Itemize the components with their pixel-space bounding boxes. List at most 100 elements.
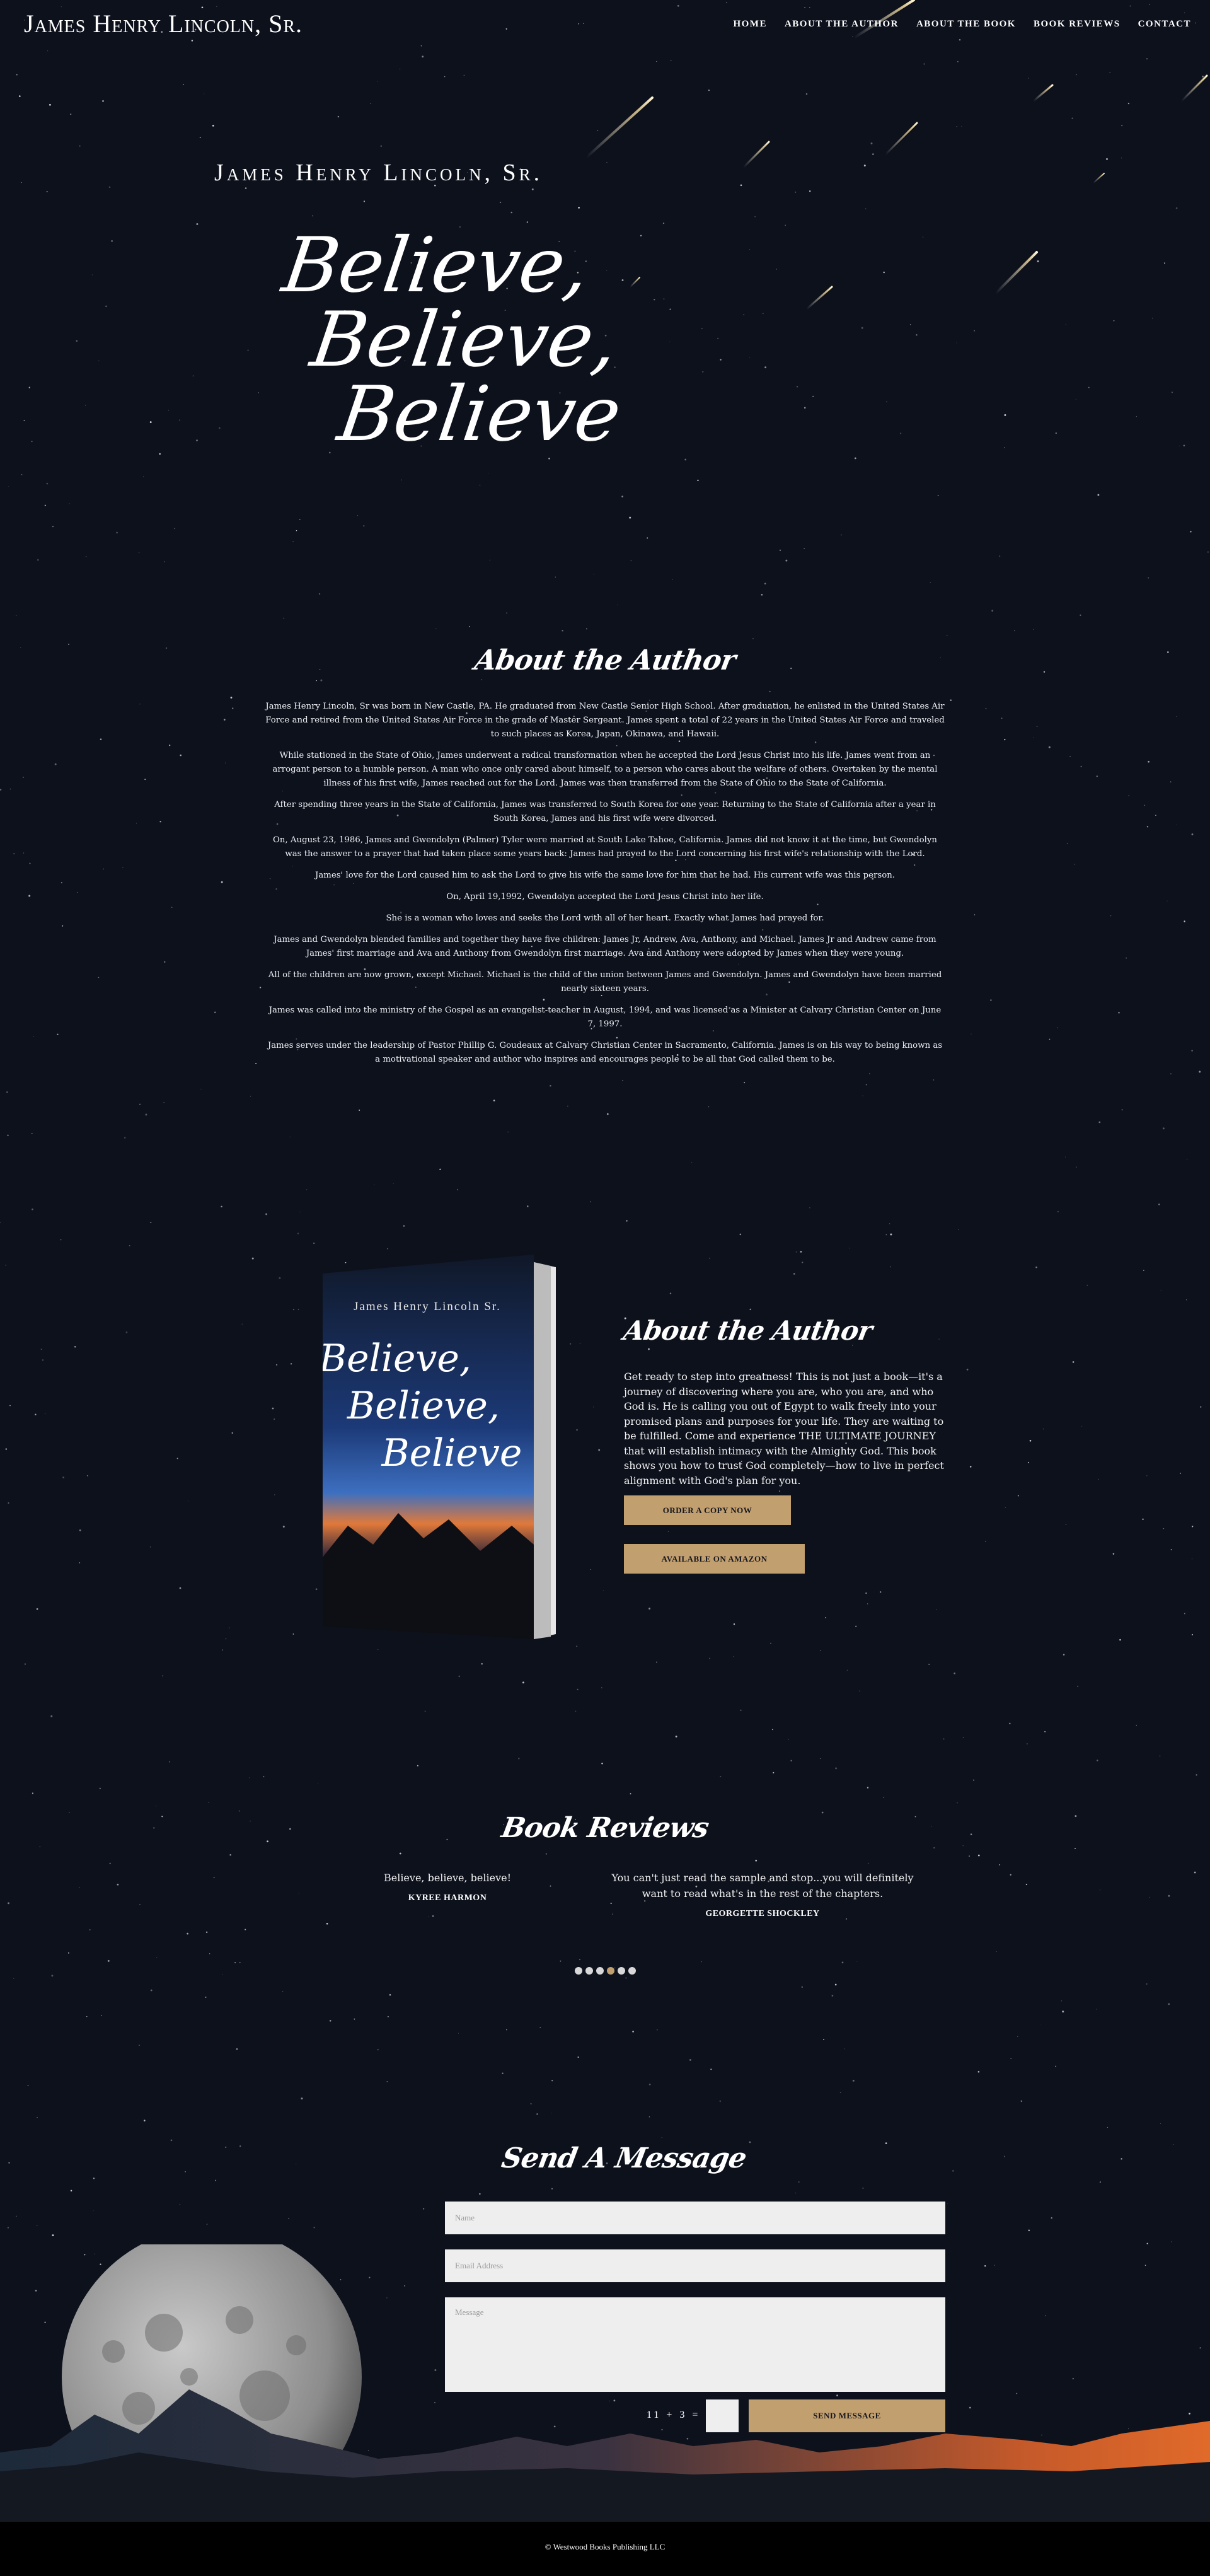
star [60,1239,62,1241]
star [357,515,358,516]
star [1037,260,1039,262]
star [835,1767,838,1770]
star [670,60,672,61]
star [788,1739,789,1740]
nav-book-reviews[interactable]: BOOK REVIEWS [1034,19,1121,30]
star [213,1877,215,1879]
star [163,961,166,963]
star [122,867,124,868]
star [798,2181,800,2183]
star [444,76,446,78]
star [991,610,994,612]
star [890,1233,892,1236]
amazon-button[interactable]: AVAILABLE ON AMAZON [624,1544,805,1574]
star [1009,1722,1011,1724]
site-title[interactable]: James Henry Lincoln, Sr. [24,9,302,38]
star [279,1277,281,1279]
star [245,1929,246,1930]
send-message-button[interactable]: SEND MESSAGE [749,2399,945,2432]
nav-about-book[interactable]: ABOUT THE BOOK [916,19,1016,30]
star [469,625,470,627]
star [129,1244,130,1246]
star [1106,158,1108,160]
reviews-heading: Book Reviews [498,1812,712,1844]
star [36,1608,38,1610]
star [1119,1639,1121,1641]
star [809,190,811,192]
star [199,136,201,138]
star [1146,58,1148,60]
star [1191,1050,1193,1052]
star [274,1418,275,1420]
star [749,1308,751,1311]
carousel-dot[interactable] [606,1967,614,1975]
star [1014,630,1015,632]
star [180,754,182,757]
star [61,882,62,883]
star [691,1161,693,1163]
star [139,1103,141,1105]
star [54,763,57,765]
name-input[interactable]: Name [445,2202,945,2234]
star [313,1242,315,1244]
star [1148,760,1150,763]
star [518,1758,520,1760]
footer: © Westwood Books Publishing LLC [0,2522,1210,2576]
star [855,1625,857,1627]
main-nav: HOME ABOUT THE AUTHOR ABOUT THE BOOK BOO… [733,19,1191,30]
cover-author: James Henry Lincoln Sr. [354,1300,501,1313]
star [283,617,285,619]
star [1170,781,1172,782]
star [974,914,976,915]
star [778,1490,781,1492]
star [1160,2123,1161,2125]
star [1004,738,1006,741]
about-paragraph: On, April 19,1992, Gwendolyn accepted th… [446,892,764,902]
star [601,1687,602,1688]
star [1099,2181,1101,2183]
star [957,61,959,62]
order-copy-button[interactable]: ORDER A COPY NOW [624,1495,791,1525]
star [800,1251,802,1253]
star [107,1959,110,1962]
star [834,1983,837,1986]
star [124,1137,126,1139]
star [1057,1210,1059,1212]
star [1191,833,1194,835]
star [861,327,863,329]
carousel-dot[interactable] [585,1967,593,1975]
carousel-dot[interactable] [617,1967,625,1975]
carousel-dot[interactable] [596,1967,604,1975]
star [966,1369,969,1371]
star [820,1650,821,1651]
message-textarea[interactable]: Message [445,2297,945,2392]
star [326,1922,328,1925]
star [481,1662,483,1665]
star [916,334,918,336]
star [111,240,113,242]
nav-home[interactable]: HOME [733,19,767,30]
captcha-answer-input[interactable] [706,2399,739,2432]
star [86,1475,88,1477]
star [560,1960,562,1962]
star [1183,444,1185,447]
hero-author-name: James Henry Lincoln, Sr. [214,160,543,186]
star [999,1864,1001,1865]
email-input[interactable]: Email Address [445,2249,945,2282]
carousel-dot[interactable] [628,1967,636,1975]
star [770,1642,771,1644]
star [191,40,193,42]
star [144,779,146,780]
star [1199,1070,1201,1073]
star [669,1292,672,1294]
star [432,1915,434,1917]
nav-contact[interactable]: CONTACT [1138,19,1191,30]
star [648,2083,651,2086]
carousel-dot[interactable] [574,1967,582,1975]
nav-about-author[interactable]: ABOUT THE AUTHOR [785,19,899,30]
star [399,1852,401,1855]
star [576,1429,578,1431]
star [870,142,873,144]
star [719,2100,721,2102]
star [1184,1613,1185,1615]
